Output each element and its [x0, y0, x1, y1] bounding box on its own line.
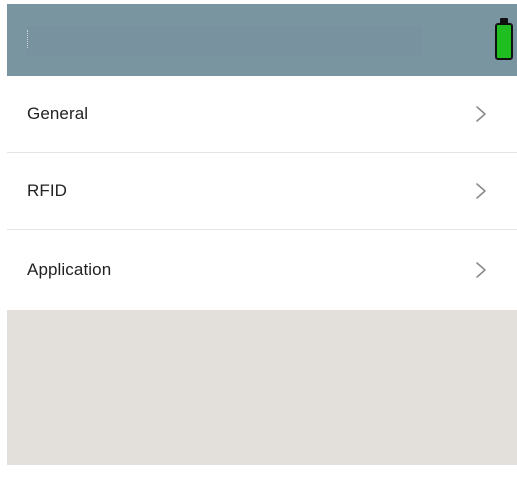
menu-item-label: General: [27, 104, 89, 123]
chevron-right-icon: [476, 262, 486, 278]
app-screen: General RFID Application: [7, 4, 517, 465]
header-title: [27, 26, 422, 56]
app-header: [7, 4, 517, 76]
settings-menu: General RFID Application: [7, 76, 517, 310]
menu-item-general[interactable]: General: [7, 76, 517, 153]
menu-item-rfid[interactable]: RFID: [7, 153, 517, 230]
chevron-right-icon: [476, 106, 486, 122]
menu-item-label: RFID: [27, 181, 68, 200]
title-cursor: [27, 30, 29, 48]
battery-icon: [495, 23, 513, 60]
menu-item-application[interactable]: Application: [7, 230, 517, 310]
chevron-right-icon: [476, 183, 486, 199]
menu-item-label: Application: [27, 260, 112, 279]
